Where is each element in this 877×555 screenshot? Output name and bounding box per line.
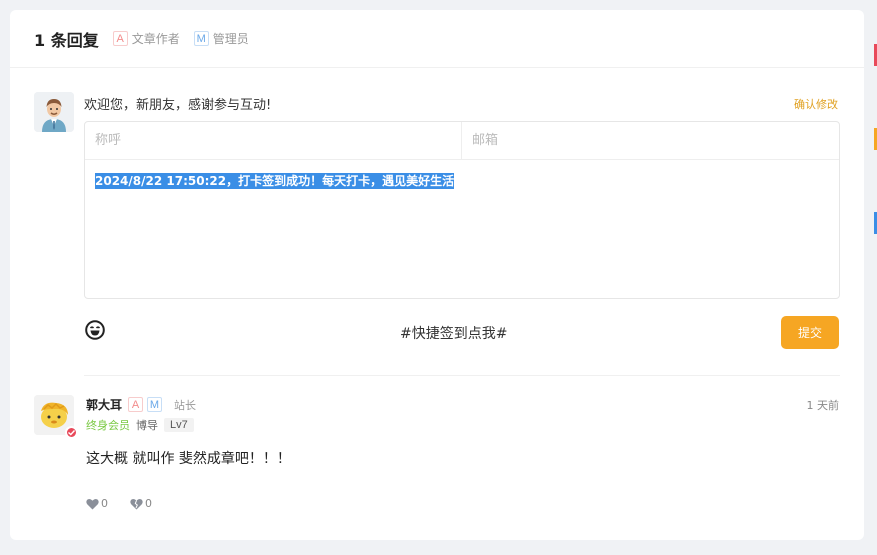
emoji-icon — [85, 320, 105, 340]
author-role: 站长 — [174, 398, 197, 412]
title-label: 博导 — [136, 419, 158, 432]
legend-author: A 文章作者 — [112, 30, 180, 47]
submit-button[interactable]: 提交 — [781, 316, 839, 349]
comments-header: 1 条回复 A 文章作者 M 管理员 — [10, 10, 864, 68]
level-badge: Lv7 — [164, 418, 194, 432]
selected-comment-text: 2024/8/22 17:50:22，打卡签到成功！每天打卡，遇见美好生活 — [95, 173, 455, 189]
legend-admin: M 管理员 — [193, 30, 249, 47]
comment-actions: 0 0 — [86, 497, 174, 510]
visitor-avatar — [34, 92, 74, 132]
divider — [84, 375, 840, 376]
welcome-text: 欢迎您，新朋友，感谢参与互动! — [84, 98, 272, 113]
comments-count-title: 1 条回复 — [34, 30, 99, 50]
comments-card: 1 条回复 A 文章作者 M 管理员 欢迎您，新朋友，感谢参与互动! 确认修改 — [10, 10, 864, 540]
comment-author-row: 郭大耳 A M 站长 — [86, 396, 196, 413]
comment-author-name[interactable]: 郭大耳 — [86, 396, 122, 413]
broken-heart-icon — [130, 498, 143, 509]
comment-time: 1 天前 — [806, 399, 840, 412]
form-identity-row — [85, 122, 839, 160]
like-button[interactable]: 0 — [86, 497, 108, 510]
author-badge: A — [128, 397, 144, 412]
name-input[interactable] — [85, 122, 462, 159]
admin-badge: M — [147, 397, 163, 412]
dislike-count: 0 — [145, 497, 152, 510]
admin-badge: M — [193, 31, 209, 46]
legend-author-label: 文章作者 — [131, 32, 180, 46]
comment-form: 2024/8/22 17:50:22，打卡签到成功！每天打卡，遇见美好生活 — [84, 121, 840, 299]
dislike-button[interactable]: 0 — [130, 497, 152, 510]
verified-badge-icon — [65, 426, 78, 439]
member-label: 终身会员 — [86, 419, 130, 432]
confirm-edit-link[interactable]: 确认修改 — [794, 96, 838, 112]
like-count: 0 — [101, 497, 108, 510]
emoji-button[interactable] — [85, 320, 105, 340]
quick-checkin-link[interactable]: #快捷签到点我# — [400, 323, 507, 343]
comment-text: 这大概 就叫作 斐然成章吧！！！ — [86, 451, 291, 467]
comment-author-meta: 终身会员 博导 Lv7 — [86, 417, 194, 433]
legend-admin-label: 管理员 — [212, 32, 249, 46]
email-input[interactable] — [462, 122, 839, 159]
author-badge: A — [112, 31, 128, 46]
heart-icon — [86, 498, 99, 509]
visitor-avatar-icon — [34, 92, 74, 132]
comment-textarea[interactable]: 2024/8/22 17:50:22，打卡签到成功！每天打卡，遇见美好生活 — [85, 160, 839, 298]
